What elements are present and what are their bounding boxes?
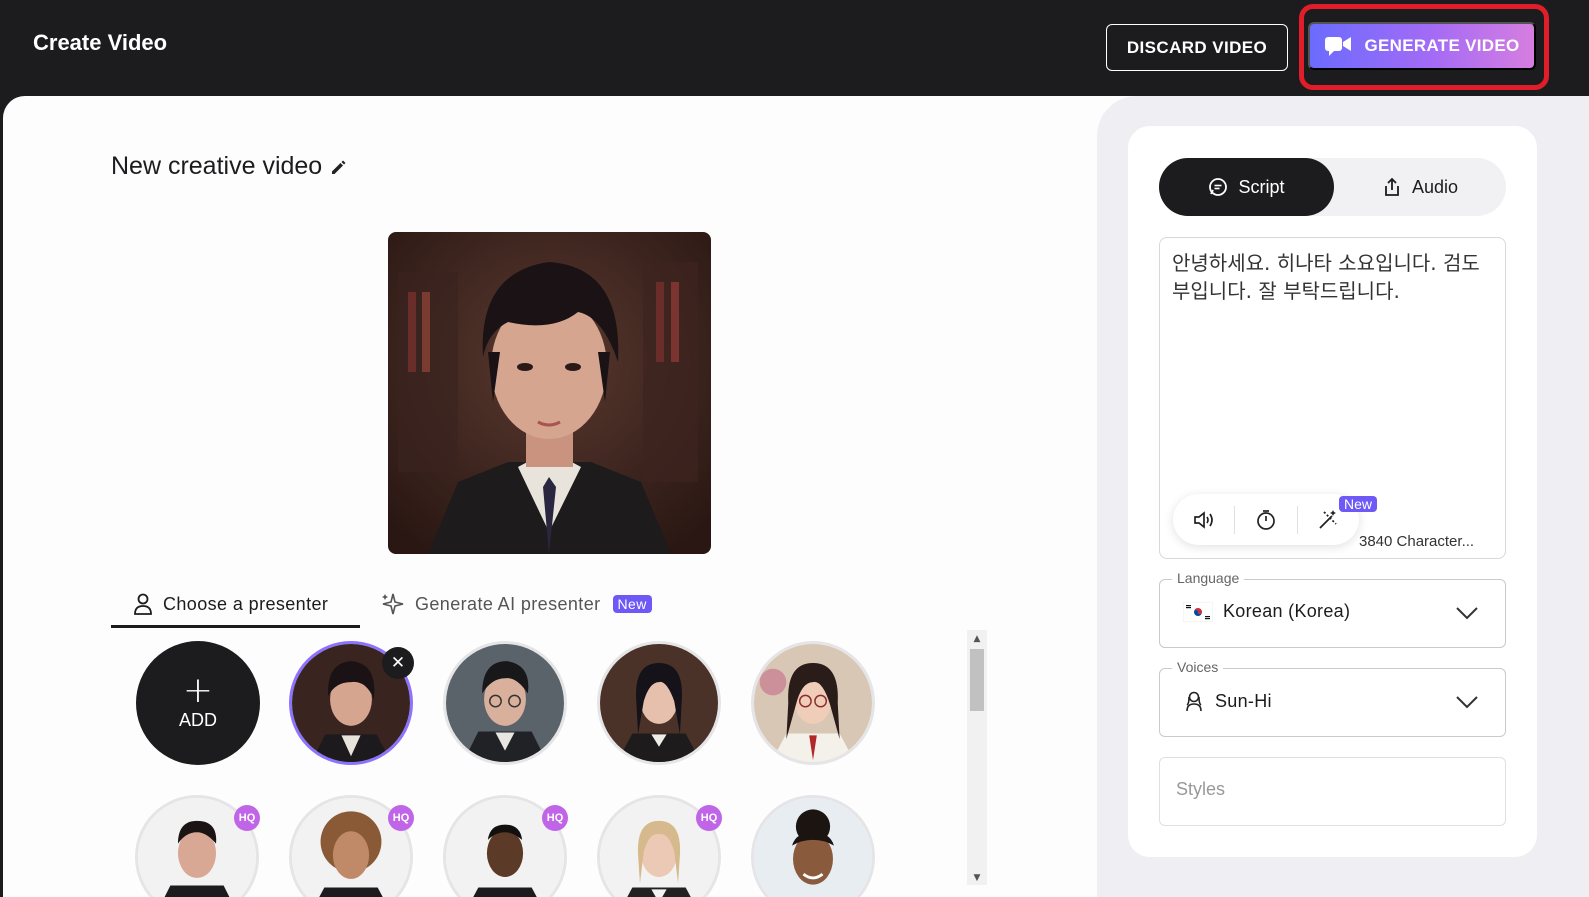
script-text[interactable]: 안녕하세요. 히나타 소요입니다. 검도부입니다. 잘 부탁드립니다. <box>1172 249 1498 305</box>
new-badge: New <box>612 595 652 613</box>
add-presenter-button[interactable]: + ADD <box>136 641 260 765</box>
styles-placeholder: Styles <box>1176 779 1226 799</box>
scroll-down-arrow-icon[interactable]: ▼ <box>972 873 982 883</box>
hq-badge: HQ <box>542 805 568 831</box>
voices-value: Sun-Hi <box>1183 690 1272 712</box>
speaker-icon <box>1193 510 1213 529</box>
presenter-list-scrollbar[interactable]: ▲ ▼ <box>967 630 987 885</box>
tab-audio-label: Audio <box>1411 176 1459 197</box>
korea-flag-icon <box>1183 601 1213 622</box>
generate-video-button[interactable]: GENERATE VIDEO <box>1308 22 1536 70</box>
chevron-down-icon[interactable] <box>1454 694 1480 710</box>
hq-badge: HQ <box>388 805 414 831</box>
female-voice-icon <box>1186 691 1202 712</box>
page-title: Create Video <box>33 30 168 55</box>
speaker-button[interactable] <box>1189 505 1219 535</box>
scroll-thumb[interactable] <box>970 649 984 711</box>
tab-choose-presenter-label: Choose a presenter <box>163 593 329 614</box>
presenter-avatar[interactable] <box>443 641 567 765</box>
upload-icon <box>1385 177 1399 196</box>
sparkles-icon <box>382 593 404 615</box>
video-title-text: New creative video <box>111 152 323 180</box>
character-count: 3840 Character... <box>1359 533 1475 550</box>
language-value-text: Korean (Korea) <box>1223 601 1351 621</box>
presenter-avatar[interactable] <box>597 641 721 765</box>
presenter-avatar-image <box>754 798 872 897</box>
presenter-avatar[interactable] <box>751 641 875 765</box>
remove-presenter-button[interactable]: ✕ <box>382 647 414 679</box>
chevron-down-icon[interactable] <box>1454 605 1480 621</box>
chat-bubble-icon <box>1209 178 1228 196</box>
tab-script-label: Script <box>1238 176 1285 197</box>
stopwatch-icon <box>1257 509 1275 530</box>
tool-divider <box>1296 505 1298 534</box>
discard-video-button[interactable]: DISCARD VIDEO <box>1106 24 1288 71</box>
video-camera-icon <box>1325 37 1352 56</box>
person-icon <box>134 593 152 615</box>
tab-generate-ai-presenter-label: Generate AI presenter <box>415 593 601 614</box>
plus-icon: + <box>182 669 214 711</box>
language-label: Language <box>1172 570 1245 586</box>
voices-value-text: Sun-Hi <box>1215 690 1272 711</box>
presenter-avatar-image <box>754 644 872 762</box>
add-presenter-label: ADD <box>178 709 217 730</box>
new-badge: New <box>1339 496 1378 512</box>
presenter-portrait-image <box>388 232 711 554</box>
presenter-avatar-image <box>600 644 718 762</box>
active-tab-indicator <box>111 625 360 628</box>
voices-label: Voices <box>1172 659 1224 675</box>
tab-generate-ai-presenter[interactable]: Generate AI presenter New <box>381 584 652 624</box>
hq-badge: HQ <box>696 805 722 831</box>
language-value: Korean (Korea) <box>1183 601 1350 622</box>
tab-choose-presenter[interactable]: Choose a presenter <box>133 584 328 624</box>
tab-audio[interactable]: Audio <box>1334 158 1506 216</box>
presenter-avatar-image <box>446 644 564 762</box>
hq-badge: HQ <box>234 805 260 831</box>
script-tools-bar <box>1173 494 1359 545</box>
magic-wand-icon <box>1319 509 1337 529</box>
pencil-icon[interactable] <box>330 158 348 176</box>
pause-timer-button[interactable] <box>1251 505 1281 535</box>
generate-video-label: GENERATE VIDEO <box>1364 36 1520 55</box>
tab-script[interactable]: Script <box>1159 158 1334 216</box>
presenter-preview <box>388 232 711 554</box>
video-title[interactable]: New creative video <box>111 152 348 181</box>
scroll-up-arrow-icon[interactable]: ▲ <box>972 634 982 644</box>
tool-divider <box>1234 505 1236 534</box>
